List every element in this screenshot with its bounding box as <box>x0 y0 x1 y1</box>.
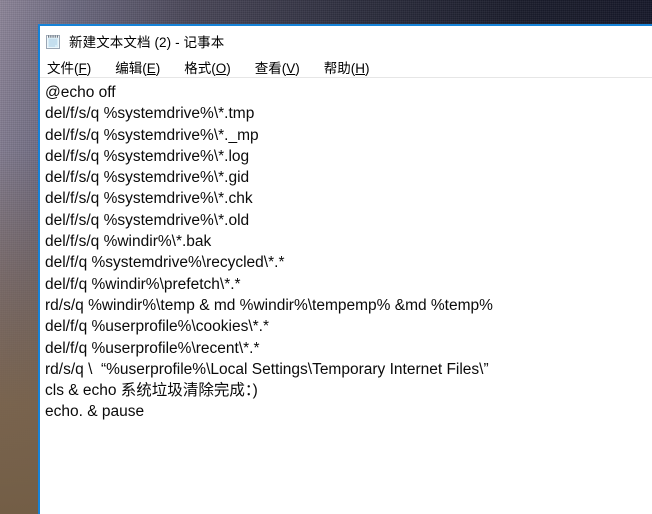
menu-item-help[interactable]: 帮助(H) <box>322 56 372 78</box>
editor-line: del/f/s/q %systemdrive%\*.chk <box>45 190 253 208</box>
editor-line: del/f/q %userprofile%\recent\*.* <box>45 339 260 357</box>
menu-item-format-label: 格式 <box>184 60 212 76</box>
notepad-icon <box>45 33 62 50</box>
paren-close: ) <box>226 60 231 76</box>
paren-close: ) <box>86 60 92 76</box>
paren-close: ) <box>365 60 370 76</box>
editor-line: rd/s/q \ “%userprofile%\Local Settings\T… <box>45 360 489 378</box>
menu-item-view-label: 查看 <box>254 60 282 76</box>
editor-line: echo. & pause <box>45 403 145 421</box>
menu-item-file-label: 文件 <box>47 60 74 76</box>
editor-line: del/f/q %systemdrive%\recycled\*.* <box>45 254 285 272</box>
editor-line: del/f/s/q %systemdrive%\*.tmp <box>45 105 255 123</box>
menu-item-edit-accel: E <box>146 60 156 76</box>
editor-line: del/f/s/q %systemdrive%\*.gid <box>45 169 250 187</box>
menu-item-format[interactable]: 格式(O) <box>182 56 233 78</box>
menu-item-view-accel: V <box>286 60 296 76</box>
title-bar[interactable]: 新建文本文档 (2) - 记事本 <box>40 26 652 56</box>
editor-line: del/f/q %userprofile%\cookies\*.* <box>45 318 270 336</box>
editor-line: del/f/s/q %systemdrive%\*.old <box>45 211 250 229</box>
editor-line: @echo off <box>45 84 116 101</box>
editor-line: del/f/s/q %windir%\*.bak <box>45 233 212 251</box>
menu-bar[interactable]: 文件(F) 编辑(E) 格式(O) 查看(V) 帮助(H) <box>40 56 652 78</box>
menu-item-view[interactable]: 查看(V) <box>253 56 302 78</box>
editor-line: del/f/s/q %systemdrive%\*.log <box>45 147 250 165</box>
editor-line: del/f/s/q %systemdrive%\*._mp <box>45 126 259 144</box>
editor-line: rd/s/q %windir%\temp & md %windir%\tempe… <box>45 296 493 314</box>
text-editor-area[interactable]: @echo off del/f/s/q %systemdrive%\*.tmp de… <box>40 78 652 514</box>
paren-close: ) <box>155 60 161 76</box>
menu-item-help-label: 帮助 <box>323 60 351 76</box>
menu-item-help-accel: H <box>355 60 366 76</box>
editor-line: cls & echo 系统垃圾清除完成：) <box>45 382 258 400</box>
notepad-window[interactable]: 新建文本文档 (2) - 记事本 文件(F) 编辑(E) 格式(O) 查看(V)… <box>38 24 652 514</box>
menu-item-format-accel: O <box>215 60 227 76</box>
menu-item-file[interactable]: 文件(F) <box>45 56 93 78</box>
paren-close: ) <box>295 60 300 76</box>
menu-item-edit-label: 编辑 <box>115 60 143 76</box>
menu-item-file-accel: F <box>78 60 87 76</box>
window-title: 新建文本文档 (2) - 记事本 <box>69 35 225 50</box>
menu-item-edit[interactable]: 编辑(E) <box>113 56 162 78</box>
editor-line: del/f/q %windir%\prefetch\*.* <box>45 275 241 293</box>
